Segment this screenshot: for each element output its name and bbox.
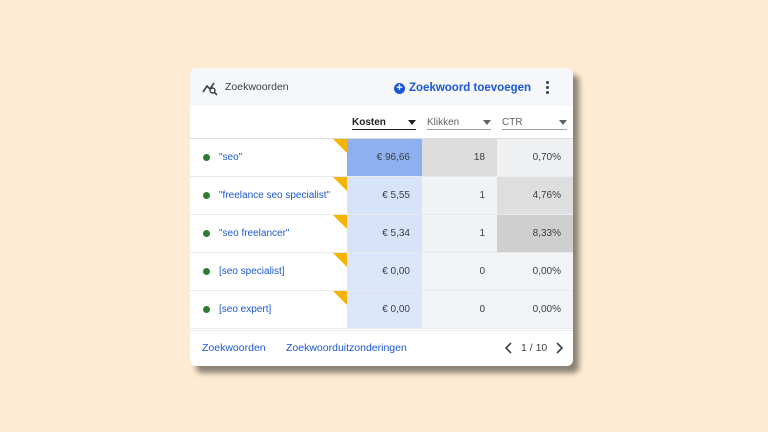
keyword-cell: [seo expert] bbox=[190, 291, 347, 328]
klikken-cell: 0 bbox=[422, 291, 497, 328]
kosten-cell: € 0,00 bbox=[347, 253, 422, 290]
chevron-right-icon[interactable] bbox=[553, 341, 565, 355]
chevron-left-icon[interactable] bbox=[503, 341, 515, 355]
column-label: Klikken bbox=[427, 116, 460, 128]
status-dot-icon bbox=[203, 192, 210, 199]
warning-flag-icon[interactable] bbox=[333, 215, 347, 229]
keyword-cell: "freelance seo specialist" bbox=[190, 177, 347, 214]
keyword-link[interactable]: "seo freelancer" bbox=[219, 228, 289, 239]
warning-flag-icon[interactable] bbox=[333, 253, 347, 267]
ctr-cell: 0,00% bbox=[497, 253, 573, 290]
add-keyword-label: Zoekwoord toevoegen bbox=[409, 82, 532, 94]
ctr-cell: 4,76% bbox=[497, 177, 573, 214]
plus-circle-icon: + bbox=[394, 82, 405, 94]
column-label: CTR bbox=[502, 116, 523, 128]
warning-flag-icon[interactable] bbox=[333, 291, 347, 305]
add-keyword-button[interactable]: + Zoekwoord toevoegen bbox=[394, 79, 531, 97]
keywords-card: Zoekwoorden + Zoekwoord toevoegen Kosten… bbox=[190, 68, 573, 366]
keywords-link[interactable]: Zoekwoorden bbox=[202, 342, 266, 354]
card-header: Zoekwoorden + Zoekwoord toevoegen bbox=[190, 68, 573, 106]
klikken-cell: 18 bbox=[422, 139, 497, 176]
keyword-link[interactable]: [seo expert] bbox=[219, 304, 271, 315]
klikken-cell: 0 bbox=[422, 253, 497, 290]
warning-flag-icon[interactable] bbox=[333, 139, 347, 153]
status-dot-icon bbox=[203, 154, 210, 161]
card-title: Zoekwoorden bbox=[225, 81, 289, 93]
sort-dropdown-icon bbox=[559, 119, 567, 125]
column-header-klikken[interactable]: Klikken bbox=[422, 106, 497, 138]
keyword-search-icon bbox=[202, 82, 218, 96]
column-label: Kosten bbox=[352, 116, 386, 128]
klikken-cell: 1 bbox=[422, 215, 497, 252]
pagination: 1 / 10 bbox=[503, 341, 565, 355]
table-row: [seo expert] € 0,00 0 0,00% bbox=[190, 291, 573, 329]
column-header-ctr[interactable]: CTR bbox=[497, 106, 573, 138]
sort-dropdown-icon bbox=[408, 119, 416, 125]
table-row: "seo freelancer" € 5,34 1 8,33% bbox=[190, 215, 573, 253]
card-footer: Zoekwoorden Zoekwoorduitzonderingen 1 / … bbox=[190, 330, 573, 366]
keyword-cell: "seo" bbox=[190, 139, 347, 176]
column-header-kosten[interactable]: Kosten bbox=[347, 106, 422, 138]
page-indicator: 1 / 10 bbox=[521, 342, 548, 354]
kosten-cell: € 96,66 bbox=[347, 139, 422, 176]
column-header-row: Kosten Klikken CTR bbox=[190, 106, 573, 139]
more-vert-icon bbox=[545, 81, 549, 84]
kosten-cell: € 5,55 bbox=[347, 177, 422, 214]
keyword-cell: "seo freelancer" bbox=[190, 215, 347, 252]
table-row: "freelance seo specialist" € 5,55 1 4,76… bbox=[190, 177, 573, 215]
table-row: [seo specialist] € 0,00 0 0,00% bbox=[190, 253, 573, 291]
table-row: "seo" € 96,66 18 0,70% bbox=[190, 139, 573, 177]
sort-dropdown-icon bbox=[483, 119, 491, 125]
kosten-cell: € 5,34 bbox=[347, 215, 422, 252]
keyword-link[interactable]: "seo" bbox=[219, 152, 242, 163]
ctr-cell: 0,00% bbox=[497, 291, 573, 328]
keyword-link[interactable]: [seo specialist] bbox=[219, 266, 285, 277]
status-dot-icon bbox=[203, 230, 210, 237]
warning-flag-icon[interactable] bbox=[333, 177, 347, 191]
negative-keywords-link[interactable]: Zoekwoorduitzonderingen bbox=[286, 342, 407, 354]
ctr-cell: 0,70% bbox=[497, 139, 573, 176]
kosten-cell: € 0,00 bbox=[347, 291, 422, 328]
keyword-link[interactable]: "freelance seo specialist" bbox=[219, 190, 330, 201]
klikken-cell: 1 bbox=[422, 177, 497, 214]
status-dot-icon bbox=[203, 306, 210, 313]
keyword-cell: [seo specialist] bbox=[190, 253, 347, 290]
status-dot-icon bbox=[203, 268, 210, 275]
more-options-button[interactable] bbox=[542, 79, 552, 97]
ctr-cell: 8,33% bbox=[497, 215, 573, 252]
